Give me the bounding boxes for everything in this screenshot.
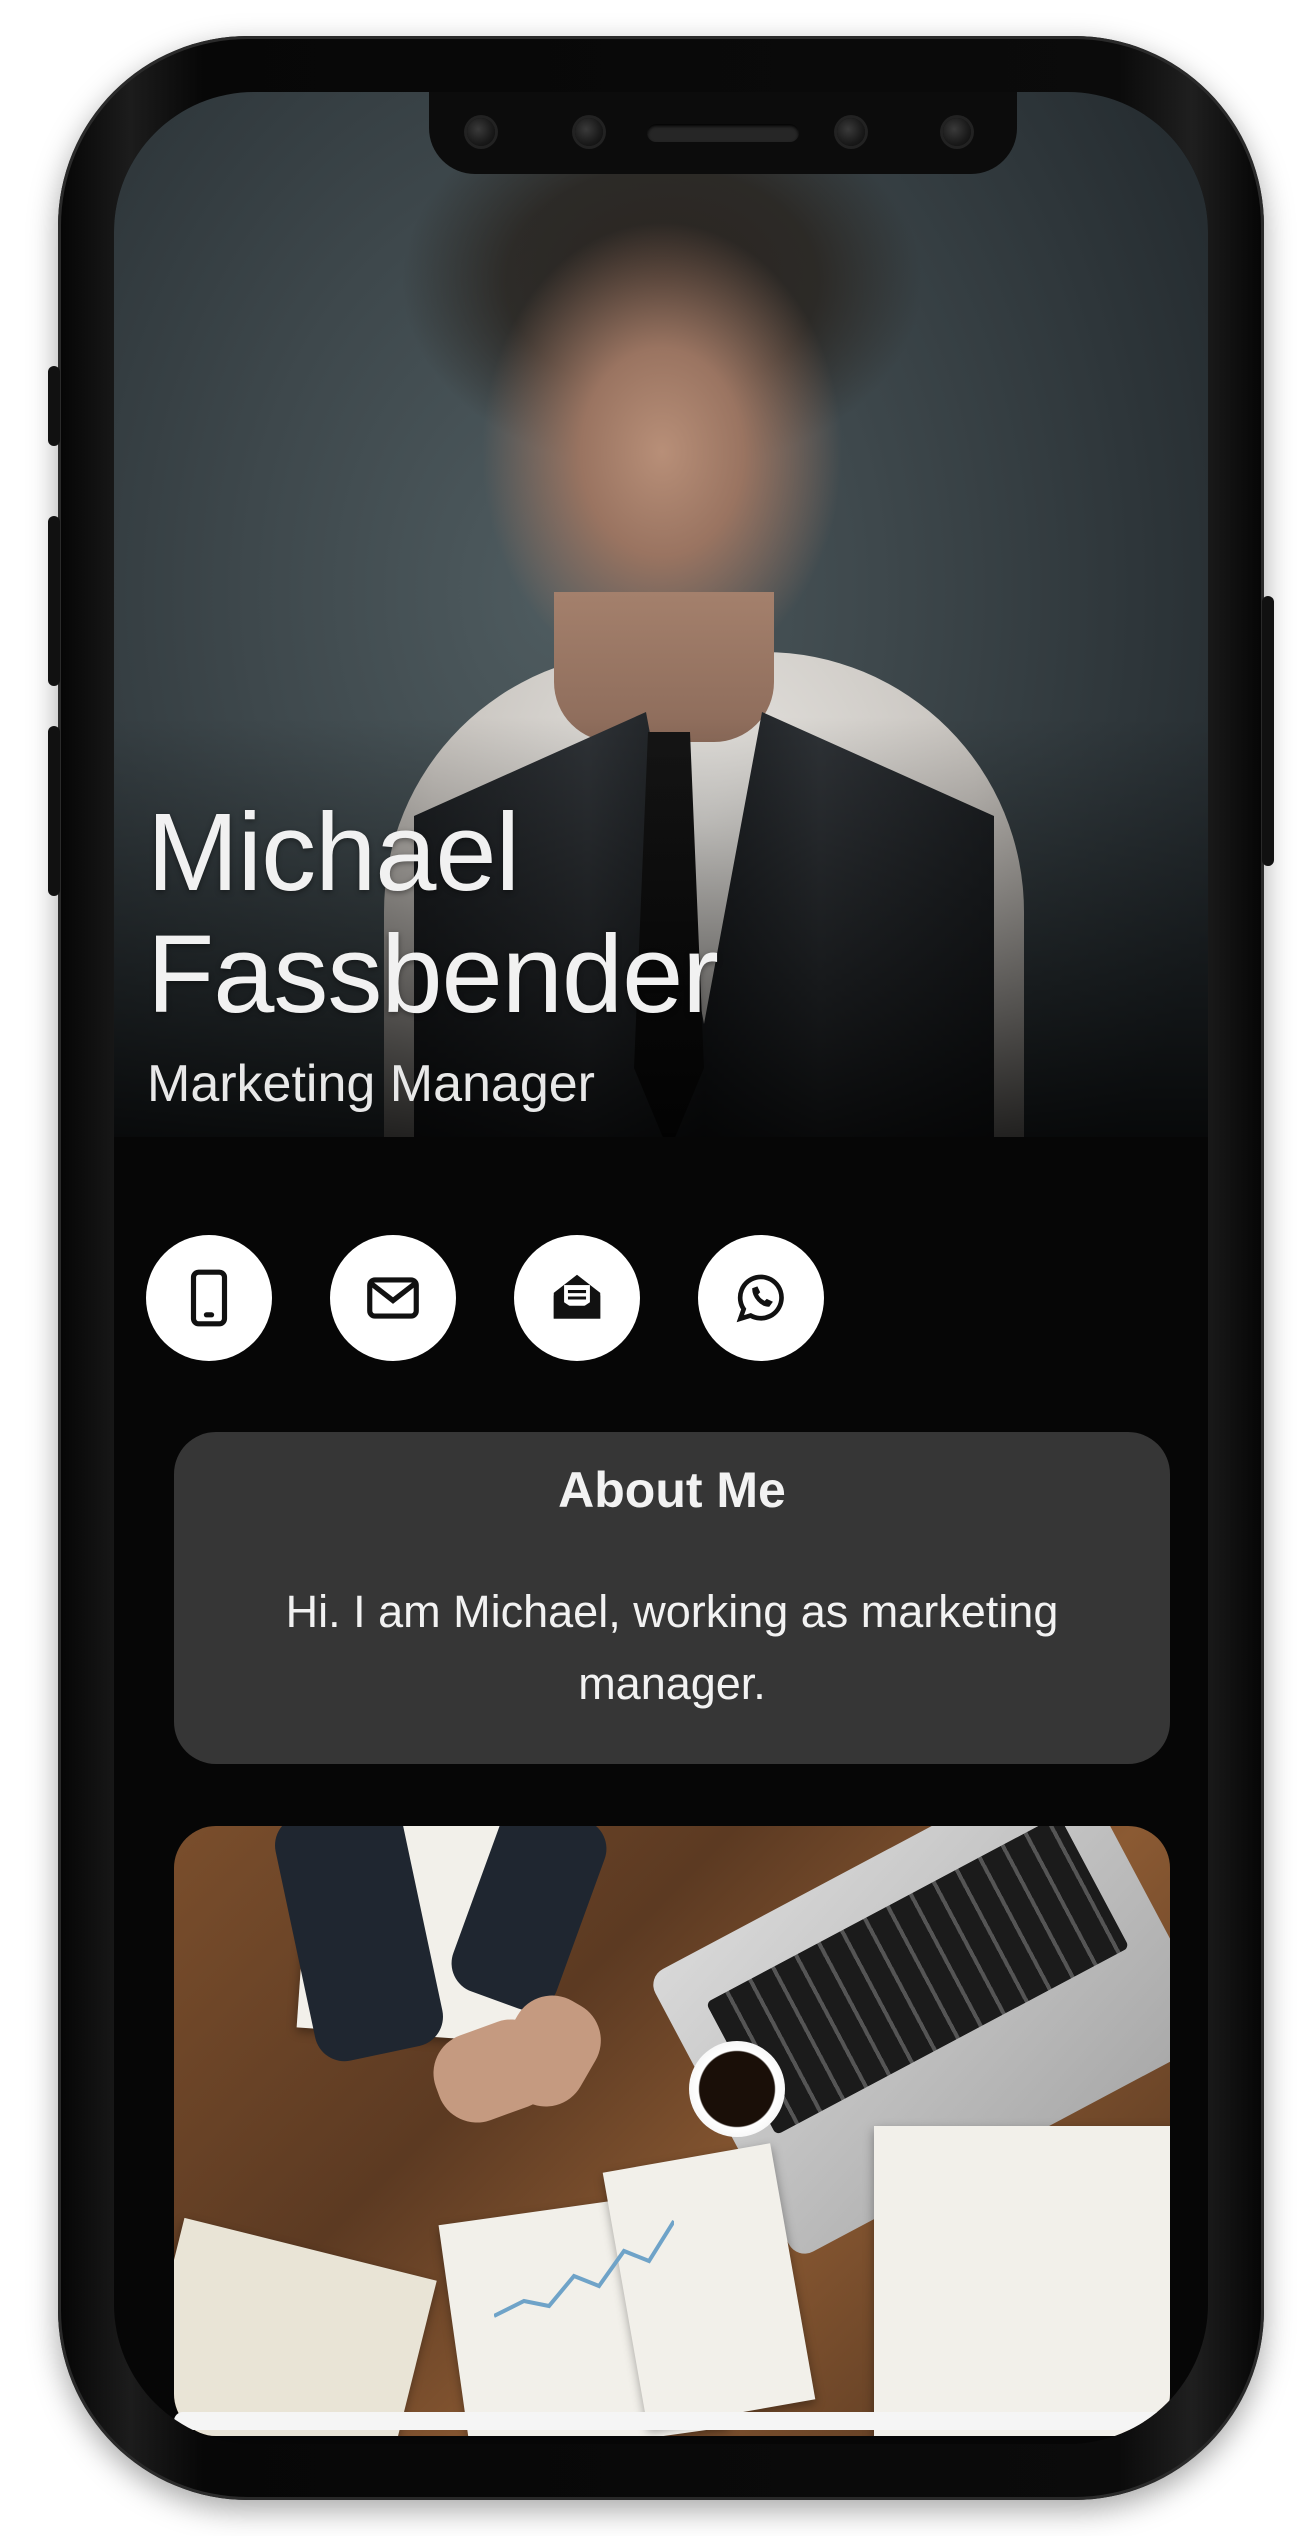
contact-actions bbox=[146, 1235, 824, 1361]
profile-name: Michael Fassbender bbox=[147, 792, 947, 1036]
camera-icon bbox=[943, 118, 971, 146]
camera-icon bbox=[575, 118, 603, 146]
desk-planner bbox=[174, 2217, 437, 2436]
profile-job-title: Marketing Manager bbox=[147, 1055, 595, 1113]
whatsapp-button[interactable] bbox=[698, 1235, 824, 1361]
smartphone-icon bbox=[190, 1269, 228, 1327]
side-button-silent bbox=[48, 366, 60, 446]
profile-last-name: Fassbender bbox=[147, 913, 719, 1036]
stage: Michael Fassbender Marketing Manager Abo… bbox=[0, 0, 1316, 2536]
phone-frame: Michael Fassbender Marketing Manager Abo… bbox=[48, 36, 1274, 2500]
about-card: About Me Hi. I am Michael, working as ma… bbox=[174, 1432, 1170, 1764]
desk-coffee-cup bbox=[689, 2041, 785, 2137]
profile-hero-image: Michael Fassbender Marketing Manager bbox=[114, 92, 1208, 1137]
open-envelope-icon bbox=[553, 1274, 601, 1319]
screen: Michael Fassbender Marketing Manager Abo… bbox=[114, 92, 1208, 2444]
side-button-volume-up bbox=[48, 516, 60, 686]
profile-first-name: Michael bbox=[147, 791, 520, 914]
whatsapp-icon bbox=[736, 1274, 784, 1323]
email-button[interactable] bbox=[330, 1235, 456, 1361]
side-button-power bbox=[1262, 596, 1274, 866]
sensor-icon bbox=[837, 118, 865, 146]
envelope-icon bbox=[367, 1277, 419, 1319]
speaker-grille bbox=[647, 124, 799, 142]
sensor-icon bbox=[467, 118, 495, 146]
desk-calendar bbox=[874, 2126, 1170, 2436]
desk-chart-line bbox=[494, 2219, 674, 2318]
about-heading: About Me bbox=[558, 1462, 786, 1518]
desk-photo bbox=[174, 1826, 1170, 2436]
notch bbox=[429, 92, 1017, 174]
home-indicator bbox=[174, 2412, 1170, 2430]
open-mail-button[interactable] bbox=[514, 1235, 640, 1361]
about-text: Hi. I am Michael, working as marketing m… bbox=[285, 1586, 1059, 1709]
side-button-volume-down bbox=[48, 726, 60, 896]
call-button[interactable] bbox=[146, 1235, 272, 1361]
